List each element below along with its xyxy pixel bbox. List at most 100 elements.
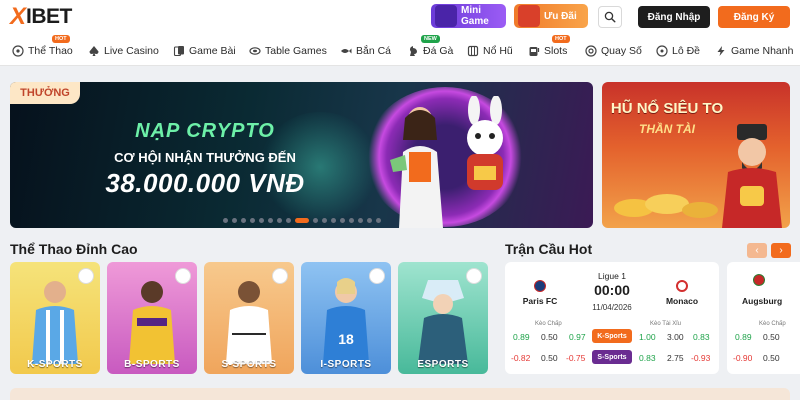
provider-logo bbox=[78, 268, 94, 284]
player-graphic: 18 bbox=[323, 278, 369, 364]
odds-value[interactable]: -0.90 bbox=[733, 353, 752, 363]
sport-card-label: B-SPORTS bbox=[124, 359, 180, 370]
sport-card-s-sports[interactable]: S-SPORTS bbox=[204, 262, 294, 374]
nav-item-lo-de[interactable]: Lô Đề bbox=[656, 43, 700, 59]
nav-item-game-bai[interactable]: Game Bài bbox=[173, 43, 236, 59]
nav-label: Nổ Hũ bbox=[483, 45, 513, 57]
carousel-dot[interactable] bbox=[231, 218, 237, 223]
nav-item-ban-ca[interactable]: Bắn Cá bbox=[340, 43, 391, 59]
promo-banner[interactable]: THƯỞNG NẠP CRYPTO CƠ HỘI NHẬN THƯỞNG ĐẾN… bbox=[10, 82, 593, 228]
carousel-dot[interactable] bbox=[294, 218, 309, 223]
sport-card-i-sports[interactable]: 18 I-SPORTS bbox=[301, 262, 391, 374]
gift-icon bbox=[518, 5, 540, 27]
odds-value[interactable]: -0.82 bbox=[511, 353, 530, 363]
odds-value[interactable]: 0.50 bbox=[541, 332, 558, 342]
sport-card-label: I-SPORTS bbox=[320, 359, 372, 370]
mini-game-label: Mini Game bbox=[461, 5, 489, 27]
carousel-dot[interactable] bbox=[330, 218, 336, 223]
cards-icon bbox=[173, 46, 184, 57]
odds-value[interactable]: 0.83 bbox=[693, 332, 710, 342]
carousel-dot[interactable] bbox=[222, 218, 228, 223]
god-of-wealth-graphic bbox=[722, 124, 782, 228]
nav-item-da-ga[interactable]: Đá Gà NEW bbox=[407, 35, 454, 59]
odds-value[interactable]: 0.89 bbox=[735, 332, 752, 342]
nav-item-quay-so[interactable]: Quay Số bbox=[585, 43, 642, 59]
nav-item-no-hu[interactable]: Nổ Hũ bbox=[467, 43, 513, 59]
odds-value[interactable]: 3.00 bbox=[667, 332, 684, 342]
nav-item-the-thao[interactable]: Thể Thao HOT bbox=[12, 35, 73, 59]
next-arrow-button[interactable]: › bbox=[771, 243, 791, 258]
provider-logo bbox=[175, 268, 191, 284]
sport-card-esports[interactable]: ESPORTS bbox=[398, 262, 488, 374]
carousel-dot[interactable] bbox=[267, 218, 273, 223]
odds-value[interactable]: -0.93 bbox=[691, 353, 710, 363]
odds-value[interactable]: 0.50 bbox=[763, 332, 780, 342]
carousel-dot[interactable] bbox=[258, 218, 264, 223]
odds-value[interactable]: 0.97 bbox=[569, 332, 586, 342]
carousel-dot[interactable] bbox=[348, 218, 354, 223]
lottery-icon bbox=[585, 45, 597, 57]
gold-ingots-graphic bbox=[614, 194, 718, 218]
odds-value[interactable]: 2.75 bbox=[667, 353, 684, 363]
promotions-button[interactable]: Ưu Đãi bbox=[514, 4, 588, 28]
player-graphic bbox=[226, 281, 272, 364]
table-icon bbox=[249, 47, 261, 55]
player-graphic bbox=[32, 281, 78, 364]
odds-value[interactable]: 1.00 bbox=[639, 332, 656, 342]
brand-logo[interactable]: X IBET bbox=[10, 3, 72, 30]
fish-icon bbox=[341, 48, 352, 54]
match-card[interactable]: Augsburg Kèo Chấp 0.89 0.50 -0.90 0.50 bbox=[727, 262, 800, 374]
home-team-crest bbox=[753, 274, 765, 286]
main-nav: Thể Thao HOT Live Casino Game Bài Table … bbox=[0, 34, 800, 66]
player-graphic bbox=[129, 281, 175, 364]
nav-item-table-games[interactable]: Table Games bbox=[249, 43, 327, 59]
promotions-label: Ưu Đãi bbox=[544, 10, 577, 22]
nav-item-game-nhanh[interactable]: Game Nhanh bbox=[715, 43, 793, 59]
carousel-dot[interactable] bbox=[321, 218, 327, 223]
prev-arrow-button[interactable]: ‹ bbox=[747, 243, 767, 258]
odds-value[interactable]: 0.50 bbox=[763, 353, 780, 363]
register-button[interactable]: Đăng Ký bbox=[718, 6, 790, 28]
hot-badge: HOT bbox=[52, 35, 70, 43]
carousel-dot[interactable] bbox=[357, 218, 363, 223]
jackpot-icon bbox=[467, 45, 479, 57]
home-team-name: Augsburg bbox=[742, 296, 783, 306]
carousel-dot[interactable] bbox=[249, 218, 255, 223]
football-icon bbox=[12, 45, 24, 57]
sport-card-b-sports[interactable]: B-SPORTS bbox=[107, 262, 197, 374]
sport-card-label: S-SPORTS bbox=[221, 359, 277, 370]
logo-text: IBET bbox=[26, 5, 72, 28]
jackpot-banner[interactable]: HŨ NỔ SIÊU TO THẦN TÀI bbox=[602, 82, 790, 228]
carousel-dot[interactable] bbox=[285, 218, 291, 223]
lightning-icon bbox=[717, 46, 725, 56]
carousel-dot[interactable] bbox=[312, 218, 318, 223]
next-section-banner bbox=[10, 388, 790, 400]
nav-label: Đá Gà bbox=[423, 45, 454, 57]
over-under-label: Kèo Tài Xỉu bbox=[650, 321, 681, 327]
odds-value[interactable]: 0.89 bbox=[513, 332, 530, 342]
nav-label: Game Bài bbox=[189, 45, 236, 57]
search-button[interactable] bbox=[598, 6, 622, 28]
sports-section-title: Thể Thao Đỉnh Cao bbox=[10, 241, 138, 257]
login-button[interactable]: Đăng Nhập bbox=[638, 6, 710, 28]
logo-mark: X bbox=[10, 3, 26, 30]
carousel-dot[interactable] bbox=[366, 218, 372, 223]
banner-amount: 38.000.000 VNĐ bbox=[105, 168, 305, 198]
odds-value[interactable]: 0.50 bbox=[541, 353, 558, 363]
odds-value[interactable]: 0.83 bbox=[639, 353, 656, 363]
odds-value[interactable]: -0.75 bbox=[566, 353, 585, 363]
carousel-dot[interactable] bbox=[375, 218, 381, 223]
k-sports-provider-badge[interactable]: K-Sports bbox=[592, 329, 632, 343]
new-badge: NEW bbox=[421, 35, 440, 43]
carousel-dot[interactable] bbox=[276, 218, 282, 223]
carousel-dot[interactable] bbox=[240, 218, 246, 223]
svg-text:18: 18 bbox=[338, 331, 354, 347]
provider-logo bbox=[369, 268, 385, 284]
nav-item-live-casino[interactable]: Live Casino bbox=[88, 43, 159, 59]
nav-item-slots[interactable]: Slots HOT bbox=[528, 35, 570, 59]
sport-card-k-sports[interactable]: K-SPORTS bbox=[10, 262, 100, 374]
mini-game-button[interactable]: Mini Game bbox=[431, 4, 506, 28]
s-sports-provider-badge[interactable]: S-Sports bbox=[592, 350, 632, 364]
nav-label: Bắn Cá bbox=[356, 45, 392, 57]
carousel-dot[interactable] bbox=[339, 218, 345, 223]
